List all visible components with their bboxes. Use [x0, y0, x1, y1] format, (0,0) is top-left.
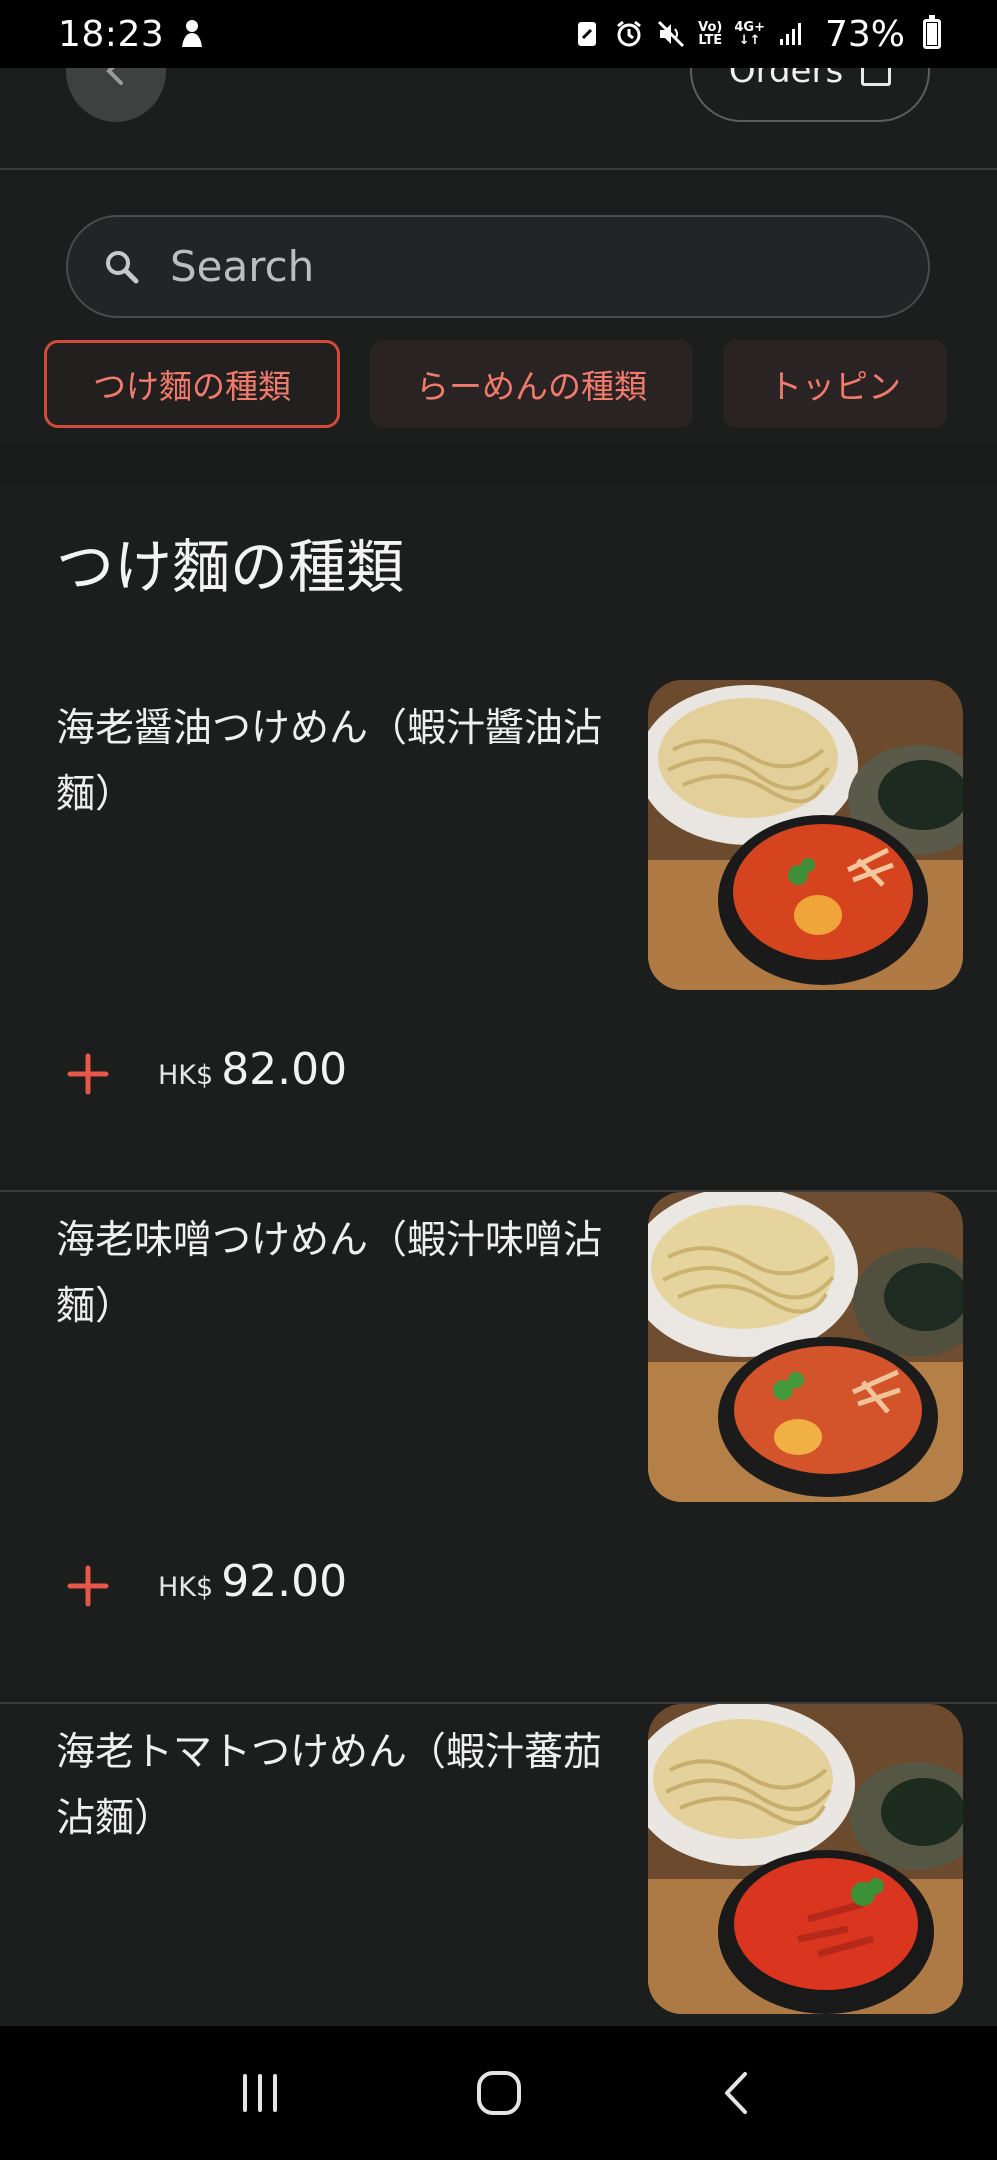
- plus-icon: [67, 1053, 109, 1095]
- person-icon: [182, 20, 203, 47]
- menu-item[interactable]: 海老醤油つけめん（蝦汁醬油沾麵） HK$ 82.00: [0, 680, 997, 1192]
- price-currency: HK$: [158, 1572, 214, 1603]
- notification-icon: [578, 22, 597, 46]
- add-to-cart-button[interactable]: [56, 1554, 120, 1618]
- item-price: HK$ 82.00: [158, 1044, 347, 1095]
- section-title: つけ麵の種類: [56, 533, 405, 601]
- category-tab-topping[interactable]: トッピン: [723, 340, 947, 428]
- item-name: 海老味噌つけめん（蝦汁味噌沾麵）: [56, 1218, 603, 1329]
- plus-icon: [67, 1565, 109, 1607]
- item-name: 海老トマトつけめん（蝦汁蕃茄沾麵）: [56, 1730, 603, 1841]
- mute-icon: [658, 20, 685, 48]
- item-photo: [648, 680, 963, 990]
- search-bar[interactable]: [66, 215, 930, 318]
- battery-percent: 73%: [824, 13, 905, 55]
- status-icons: Vo) LTE 4G+ ↓↑ 73%: [572, 14, 941, 55]
- status-bar: 18:23 Vo) LTE 4G+ ↓↑ 73%: [0, 0, 997, 68]
- search-input[interactable]: [170, 242, 850, 291]
- back-nav-icon[interactable]: [713, 2068, 763, 2118]
- add-to-cart-button[interactable]: [56, 1042, 120, 1106]
- system-nav-bar: [0, 2026, 997, 2160]
- price-value: 82.00: [221, 1044, 348, 1095]
- home-icon[interactable]: [474, 2068, 524, 2118]
- alarm-icon: [617, 20, 642, 47]
- item-name: 海老醤油つけめん（蝦汁醬油沾麵）: [56, 706, 603, 817]
- recents-icon[interactable]: [235, 2068, 285, 2118]
- item-photo: [648, 1704, 963, 2014]
- divider: [0, 445, 997, 485]
- price-value: 92.00: [221, 1556, 348, 1607]
- volte-indicator: Vo) LTE: [698, 20, 723, 48]
- category-tabs: つけ麵の種類 らーめんの種類 トッピン: [44, 340, 954, 428]
- status-time: 18:23: [58, 13, 165, 55]
- price-currency: HK$: [158, 1060, 214, 1091]
- item-price: HK$ 92.00: [158, 1556, 347, 1607]
- signal-icon: [779, 23, 801, 45]
- data-indicator: 4G+ ↓↑: [734, 20, 765, 48]
- category-tab-tsukemen[interactable]: つけ麵の種類: [44, 340, 340, 428]
- category-tab-ramen[interactable]: らーめんの種類: [370, 340, 693, 428]
- menu-item[interactable]: 海老味噌つけめん（蝦汁味噌沾麵） HK$ 92.00: [0, 1192, 997, 1704]
- app-screen: Orders 18:23 Vo) LTE 4G+ ↓↑ 73% Search つ…: [0, 0, 997, 2160]
- search-icon: [106, 250, 139, 283]
- battery-icon: [923, 15, 941, 49]
- item-photo: [648, 1192, 963, 1502]
